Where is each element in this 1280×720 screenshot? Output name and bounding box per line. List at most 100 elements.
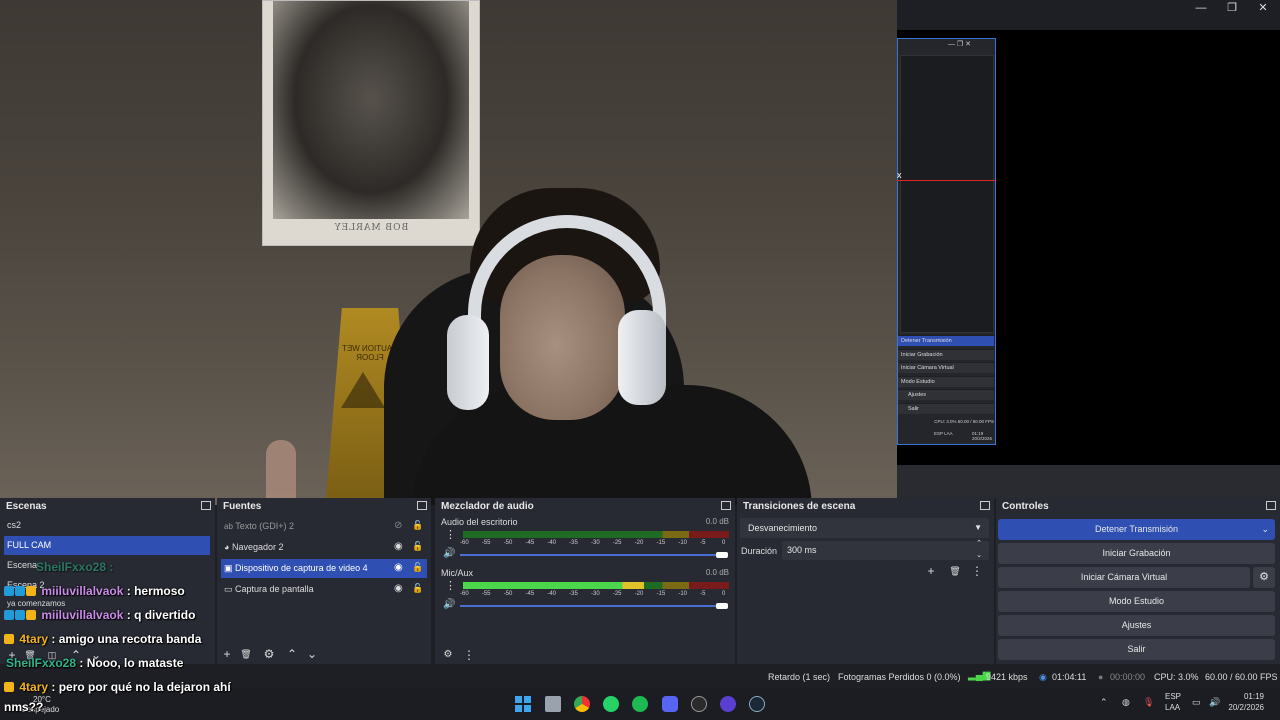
chat-user: miiluvillalvaok xyxy=(41,608,124,622)
monitor-icon: ▭ xyxy=(224,584,233,594)
nested-row: Iniciar Grabación xyxy=(898,349,994,360)
kebab-menu-icon[interactable]: ⋮ xyxy=(461,648,477,662)
steam-icon[interactable] xyxy=(749,696,765,712)
transition-select[interactable]: Desvanecimiento ▼ xyxy=(740,518,989,538)
volume-slider-desktop[interactable] xyxy=(460,552,728,558)
duration-input[interactable]: 300 ms ⌃ ⌄ xyxy=(782,538,989,562)
dock-undock-icon[interactable] xyxy=(201,501,211,510)
exit-button[interactable]: Salir xyxy=(998,639,1275,660)
whatsapp-icon[interactable] xyxy=(603,696,619,712)
audio-mixer-dock: Mezclador de audio Audio del escritorio … xyxy=(435,498,735,664)
chat-message: 4tary : amigo una recotra banda xyxy=(4,632,201,646)
scene-item[interactable]: cs2 xyxy=(4,516,210,535)
channel-name: Mic/Aux xyxy=(441,568,474,578)
spotify-icon[interactable] xyxy=(632,696,648,712)
dock-undock-icon[interactable] xyxy=(417,501,427,510)
chat-text: Nooo, lo mataste xyxy=(86,656,184,670)
dock-undock-icon[interactable] xyxy=(721,501,731,510)
eye-icon[interactable]: ◉ xyxy=(394,583,403,594)
tray-app-icon[interactable]: ◍ xyxy=(1122,697,1130,708)
chat-message: SheilFxxo28 : xyxy=(36,560,114,574)
meter-level xyxy=(463,582,644,589)
move-up-icon[interactable]: ⌃ xyxy=(284,647,300,661)
add-source-icon[interactable]: + xyxy=(219,647,235,661)
webcam-feed: BOB MARLEY CAUTION WET FLOOR xyxy=(0,0,897,505)
remove-source-icon[interactable]: 🗑 xyxy=(238,647,254,661)
move-down-icon[interactable]: ⌄ xyxy=(304,647,320,661)
mixer-settings-icon[interactable]: ⚙ xyxy=(440,648,456,662)
scale-tick: 0 xyxy=(722,591,726,597)
settings-button[interactable]: Ajustes xyxy=(998,615,1275,636)
volume-icon[interactable]: 🔊 xyxy=(443,599,455,610)
app-icon[interactable] xyxy=(720,696,736,712)
stop-stream-button[interactable]: Detener Transmisión ⌄ xyxy=(998,519,1275,540)
scene-item[interactable]: FULL CAM xyxy=(4,536,210,555)
spinner-icon[interactable]: ⌃ ⌄ xyxy=(976,538,982,562)
scale-tick: -55 xyxy=(481,540,491,546)
task-view-icon[interactable] xyxy=(545,696,561,712)
bitrate: 9421 kbps xyxy=(986,672,1028,682)
lock-icon[interactable]: 🔓 xyxy=(412,562,423,573)
duration-value: 300 ms xyxy=(787,545,817,555)
close-button[interactable]: ✕ xyxy=(1247,1,1279,15)
windows-start-icon[interactable] xyxy=(515,696,531,712)
scale-tick: -5 xyxy=(700,591,706,597)
nested-cursor-mark: x xyxy=(897,170,902,180)
lock-icon[interactable]: 🔓 xyxy=(412,541,423,552)
chevron-up-icon[interactable]: ⌃ xyxy=(1100,697,1108,708)
gear-icon[interactable]: ⚙ xyxy=(261,647,277,661)
sources-title: Fuentes xyxy=(223,501,262,512)
meter-desktop xyxy=(463,531,729,538)
studio-mode-button[interactable]: Modo Estudio xyxy=(998,591,1275,612)
nested-lang: ESP LAA xyxy=(934,431,953,436)
meter-scale: -60 -55 -50 -45 -40 -35 -30 -25 -20 -15 -10 -5 0 xyxy=(460,591,732,599)
layout-code[interactable]: LAA xyxy=(1165,703,1180,712)
poster-image xyxy=(273,1,469,219)
maximize-button[interactable]: ❐ xyxy=(1216,1,1248,15)
chrome-icon[interactable] xyxy=(574,696,590,712)
guide-line xyxy=(897,180,995,181)
kebab-menu-icon[interactable]: ⋮ xyxy=(445,528,456,541)
add-transition-icon[interactable]: + xyxy=(923,564,939,578)
start-recording-button[interactable]: Iniciar Grabación xyxy=(998,543,1275,564)
monitor-icon[interactable]: ▭ xyxy=(1192,697,1201,708)
chat-text: amigo una recotra banda xyxy=(58,632,202,646)
eye-icon[interactable]: ◉ xyxy=(394,562,403,573)
transitions-title: Transiciones de escena xyxy=(743,501,856,512)
transition-value: Desvanecimiento xyxy=(748,523,818,533)
remove-transition-icon[interactable]: 🗑 xyxy=(947,564,963,578)
slider-knob[interactable] xyxy=(716,603,728,609)
headphones-right xyxy=(618,310,666,405)
clock-time[interactable]: 01:19 xyxy=(1228,692,1264,701)
clock-date[interactable]: 20/2/2026 xyxy=(1218,703,1264,712)
gear-icon[interactable]: ⚙ xyxy=(1253,567,1275,588)
eye-icon[interactable]: ◉ xyxy=(394,541,403,552)
chevron-down-icon[interactable]: ⌄ xyxy=(1261,519,1269,540)
scale-tick: -35 xyxy=(569,540,578,546)
volume-slider-mic[interactable] xyxy=(460,603,728,609)
kebab-menu-icon[interactable]: ⋮ xyxy=(445,579,456,592)
volume-icon[interactable]: 🔊 xyxy=(443,548,455,559)
source-label: Texto (GDI+) 2 xyxy=(235,521,295,531)
slider-knob[interactable] xyxy=(716,552,728,558)
stop-stream-label: Detener Transmisión xyxy=(1094,524,1179,534)
discord-icon[interactable] xyxy=(662,696,678,712)
obs-icon[interactable] xyxy=(691,696,707,712)
eye-off-icon[interactable]: ⊘ xyxy=(394,520,402,531)
stream-icon: ◉ xyxy=(1039,672,1047,682)
poster-caption: BOB MARLEY xyxy=(333,223,409,233)
lock-icon[interactable]: 🔓 xyxy=(412,520,423,531)
dock-undock-icon[interactable] xyxy=(980,501,990,510)
kebab-menu-icon[interactable]: ⋮ xyxy=(969,564,985,578)
start-virtual-cam-button[interactable]: Iniciar Cámara Virtual xyxy=(998,567,1250,588)
scale-tick: -5 xyxy=(700,540,706,546)
chat-user: 4tary xyxy=(19,680,49,694)
lock-icon[interactable]: 🔓 xyxy=(412,583,423,594)
minimize-button[interactable]: — xyxy=(1185,1,1217,15)
chat-text: q divertido xyxy=(134,608,196,622)
dock-undock-icon[interactable] xyxy=(1266,501,1276,510)
source-label: Navegador 2 xyxy=(231,542,284,552)
scale-tick: -10 xyxy=(678,591,687,597)
lang-code[interactable]: ESP xyxy=(1165,692,1181,701)
microphone-icon[interactable]: 🎙 xyxy=(1143,697,1154,708)
